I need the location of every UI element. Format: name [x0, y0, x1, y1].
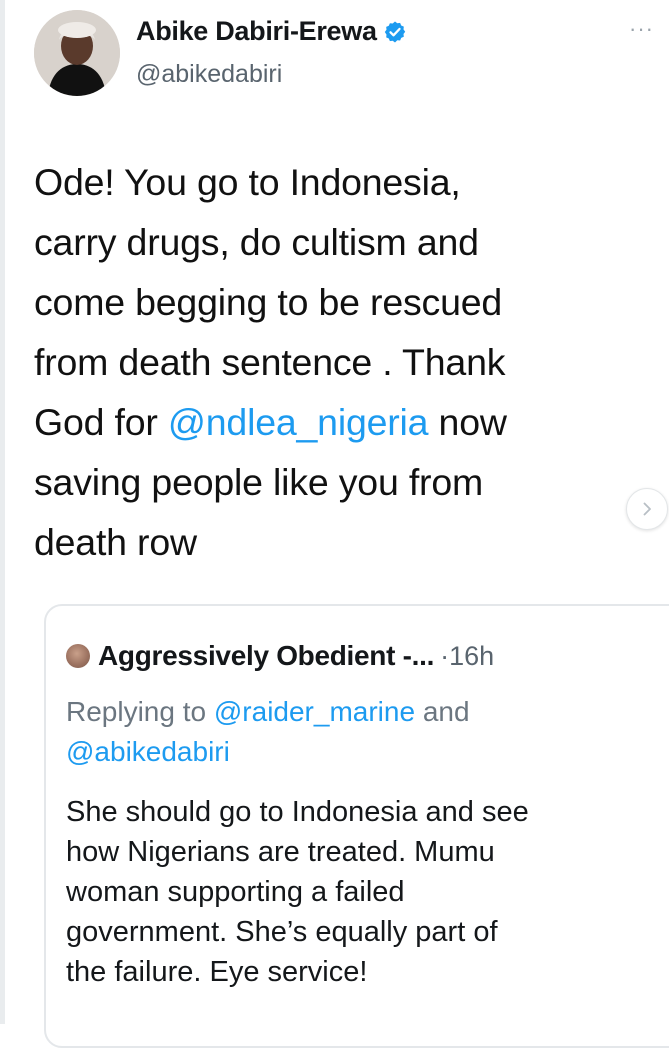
author-name-row: Abike Dabiri-Erewa: [136, 16, 407, 47]
replying-to-line: Replying to @raider_marine and @abikedabi…: [66, 692, 666, 772]
quoted-author-avatar[interactable]: [66, 644, 90, 668]
tweet-line: from death sentence . Thank: [34, 341, 506, 383]
tweet-line: carry drugs, do cultism and: [34, 221, 479, 263]
quoted-line: the failure. Eye service!: [66, 956, 368, 988]
mention-link[interactable]: @raider_marine: [214, 696, 415, 727]
quoted-tweet-card[interactable]: Aggressively Obedient -... ·16h Replying…: [44, 604, 669, 1048]
author-avatar[interactable]: [34, 10, 120, 96]
next-slide-button[interactable]: [626, 488, 668, 530]
quoted-author-name[interactable]: Aggressively Obedient -...: [98, 640, 434, 672]
left-edge-divider: [0, 0, 5, 1024]
chevron-right-icon: [643, 502, 651, 516]
tweet-header: Abike Dabiri-Erewa @abikedabiri ···: [34, 10, 654, 100]
quoted-tweet-header: Aggressively Obedient -... ·16h: [66, 640, 494, 672]
quoted-line: how Nigerians are treated. Mumu: [66, 836, 495, 868]
tweet-line: Ode! You go to Indonesia,: [34, 161, 461, 203]
tweet-line: God for @ndlea_nigeria now: [34, 392, 634, 452]
mention-link[interactable]: @abikedabiri: [66, 736, 230, 767]
author-name[interactable]: Abike Dabiri-Erewa: [136, 16, 377, 47]
replying-prefix: Replying to: [66, 696, 214, 727]
quoted-line: She should go to Indonesia and see: [66, 796, 529, 828]
mention-link[interactable]: @ndlea_nigeria: [168, 401, 429, 443]
verified-badge-icon: [384, 21, 405, 42]
tweet-line-text: now: [428, 401, 507, 443]
tweet-line-text: God for: [34, 401, 168, 443]
tweet-line: saving people like you from: [34, 461, 484, 503]
quoted-tweet-time[interactable]: ·16h: [440, 641, 494, 672]
tweet-line: come begging to be rescued: [34, 281, 503, 323]
quoted-tweet-text: She should go to Indonesia and see how N…: [66, 792, 646, 992]
more-options-icon[interactable]: ···: [629, 16, 654, 42]
tweet-line: death row: [34, 521, 197, 563]
tweet-text: Ode! You go to Indonesia, carry drugs, d…: [34, 152, 634, 572]
replying-and: and: [415, 696, 470, 727]
quoted-line: woman supporting a failed: [66, 876, 405, 908]
quoted-line: government. She’s equally part of: [66, 916, 498, 948]
author-handle[interactable]: @abikedabiri: [136, 60, 282, 89]
